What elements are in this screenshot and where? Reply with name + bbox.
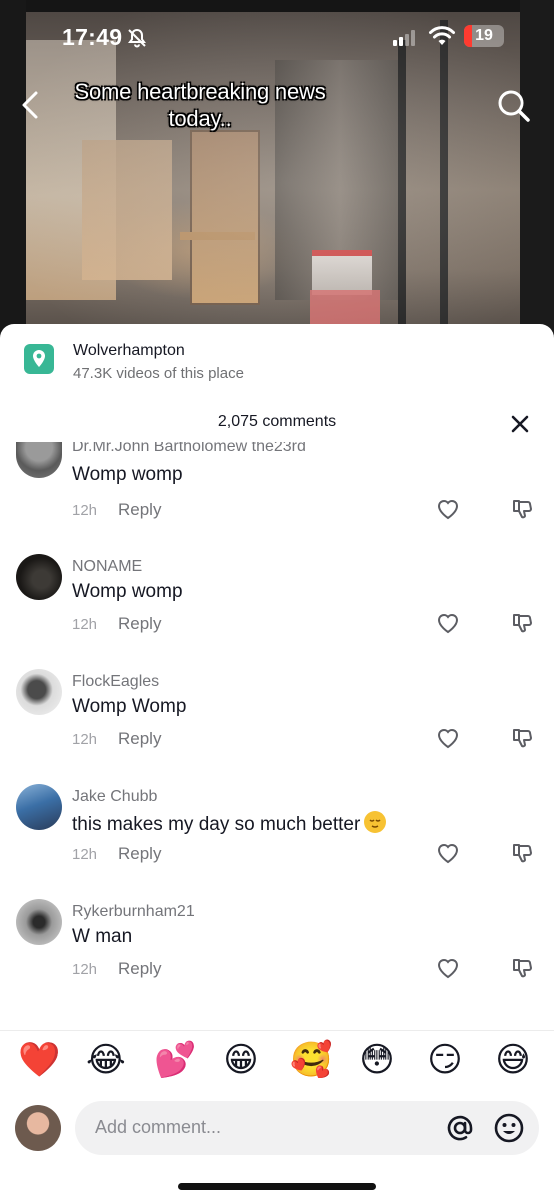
avatar[interactable] — [16, 554, 62, 600]
comment-time: 12h — [72, 846, 98, 863]
place-subtitle: 47.3K videos of this place — [73, 365, 244, 382]
comment-list[interactable]: Dr.Mr.John Bartholomew the23rd Womp womp… — [0, 442, 554, 1032]
tears-of-joy-emoji[interactable]: 😂 — [86, 1041, 126, 1079]
reply-button[interactable]: Reply — [118, 614, 161, 634]
emoji-picker-icon[interactable] — [493, 1112, 525, 1144]
thumbs-down-icon[interactable] — [510, 610, 536, 636]
thumbs-down-icon[interactable] — [510, 496, 536, 522]
battery-level: 19 — [475, 27, 493, 44]
thumbs-down-icon[interactable] — [510, 840, 536, 866]
comment-username[interactable]: Jake Chubb — [72, 788, 157, 806]
comment-item: Jake Chubb this makes my day so much bet… — [0, 784, 554, 898]
relieved-face-emoji-icon — [364, 811, 387, 833]
heart-icon[interactable] — [435, 840, 461, 866]
thumbs-down-icon[interactable] — [510, 725, 536, 751]
smiling-hearts-emoji[interactable]: 🥰 — [290, 1041, 332, 1079]
reply-button[interactable]: Reply — [118, 844, 161, 864]
comment-input-placeholder: Add comment... — [95, 1117, 222, 1137]
back-chevron-icon[interactable] — [16, 88, 46, 122]
comment-text: Womp womp — [72, 581, 183, 602]
comments-header: 2,075 comments — [0, 406, 554, 440]
reply-button[interactable]: Reply — [118, 500, 161, 520]
place-name: Wolverhampton — [73, 342, 185, 359]
comment-text-body: this makes my day so much better — [72, 814, 361, 835]
comment-time: 12h — [72, 502, 98, 519]
comment-username[interactable]: Rykerburnham21 — [72, 903, 195, 921]
quick-emoji-bar: ❤️ 😂 💕 😁 🥰 😳 😏 😅 — [0, 1041, 554, 1089]
comment-composer: ❤️ 😂 💕 😁 🥰 😳 😏 😅 Add comment... — [0, 1030, 554, 1200]
two-hearts-emoji[interactable]: 💕 — [154, 1041, 196, 1079]
grinning-emoji[interactable]: 😁 — [222, 1041, 260, 1079]
heart-icon[interactable] — [435, 955, 461, 981]
sweat-smile-emoji[interactable]: 😅 — [494, 1041, 532, 1079]
close-icon[interactable] — [508, 412, 532, 436]
heart-icon[interactable] — [435, 610, 461, 636]
comment-time: 12h — [72, 616, 98, 633]
video-caption: Some heartbreaking news today.. — [74, 79, 326, 131]
home-indicator — [178, 1183, 376, 1190]
search-icon[interactable] — [494, 86, 534, 126]
reply-button[interactable]: Reply — [118, 729, 161, 749]
status-bar: 17:49 19 — [0, 0, 554, 76]
heart-icon[interactable] — [435, 496, 461, 522]
bell-slash-icon — [128, 28, 146, 48]
comment-username[interactable]: Dr.Mr.John Bartholomew the23rd — [72, 442, 306, 456]
location-pin-icon — [24, 344, 54, 374]
avatar[interactable] — [16, 899, 62, 945]
comments-count: 2,075 comments — [217, 413, 337, 430]
comment-text: Womp Womp — [72, 696, 187, 717]
comment-username[interactable]: FlockEagles — [72, 673, 159, 691]
flushed-emoji[interactable]: 😳 — [358, 1041, 396, 1079]
video-player[interactable]: 17:49 19 Some heartbreaking news today.. — [0, 0, 554, 345]
heart-icon[interactable] — [435, 725, 461, 751]
comment-item: FlockEagles Womp Womp 12h Reply — [0, 669, 554, 783]
thumbs-down-icon[interactable] — [510, 955, 536, 981]
comment-item: Dr.Mr.John Bartholomew the23rd Womp womp… — [0, 442, 554, 554]
at-mention-icon[interactable] — [445, 1113, 475, 1143]
comment-item: NONAME Womp womp 12h Reply — [0, 554, 554, 668]
comment-time: 12h — [72, 961, 98, 978]
avatar[interactable] — [16, 669, 62, 715]
reply-button[interactable]: Reply — [118, 959, 161, 979]
status-time: 17:49 — [62, 24, 123, 50]
comment-text: W man — [72, 926, 133, 947]
comment-time: 12h — [72, 731, 98, 748]
avatar[interactable] — [16, 442, 62, 478]
wifi-icon — [429, 26, 455, 45]
comment-item: Rykerburnham21 W man 12h Reply — [0, 899, 554, 1013]
comment-text: this makes my day so much better — [72, 811, 387, 836]
smirk-emoji[interactable]: 😏 — [426, 1041, 464, 1079]
battery-icon: 19 — [464, 25, 504, 47]
place-link[interactable]: Wolverhampton 47.3K videos of this place — [0, 324, 554, 396]
my-avatar — [15, 1105, 61, 1151]
avatar[interactable] — [16, 784, 62, 830]
comment-input[interactable]: Add comment... — [75, 1101, 539, 1155]
red-heart-emoji[interactable]: ❤️ — [18, 1041, 60, 1079]
comment-text: Womp womp — [72, 464, 183, 485]
signal-icon — [393, 30, 415, 46]
comment-username[interactable]: NONAME — [72, 558, 142, 576]
